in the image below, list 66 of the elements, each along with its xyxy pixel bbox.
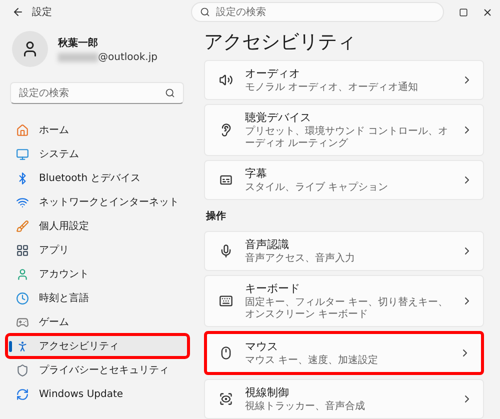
captions-icon: [219, 173, 233, 187]
card-title: 視線制御: [245, 385, 290, 400]
eye-scan-icon: [219, 392, 233, 406]
mouse-icon: [219, 346, 233, 360]
sidebar-item[interactable]: Windows Update: [6, 382, 189, 406]
gamepad-icon: [16, 316, 29, 328]
card-title: 音声認識: [245, 237, 290, 252]
card-subtitle: マウス キー、速度、加速設定: [245, 355, 380, 367]
search-icon: [165, 88, 175, 98]
sidebar-item[interactable]: ネットワークとインターネット: [6, 190, 189, 214]
card-title: キーボード: [245, 281, 301, 296]
speaker-icon: [219, 73, 233, 87]
shield-icon: [16, 364, 29, 376]
card-subtitle: 固定キー、フィルター キー、切り替えキー、オンスクリーン キーボード: [245, 297, 449, 321]
card-subtitle: プリセット、環境サウンド コントロール、オーディオ ルーティング: [245, 126, 449, 150]
ear-icon: [219, 123, 233, 137]
home-icon: [16, 124, 29, 136]
window-title: 設定: [32, 6, 53, 19]
selection-indicator: [9, 341, 12, 352]
sidebar-item[interactable]: 時刻と言語: [6, 286, 189, 310]
bluetooth-icon: [16, 172, 29, 184]
card-subtitle: 音声アクセス、音声入力: [245, 253, 356, 265]
user-icon: [16, 268, 29, 280]
card-title: 聴覚デバイス: [245, 110, 312, 125]
card-title: オーディオ: [245, 66, 301, 81]
settings-card[interactable]: オーディオ モノラル オーディオ、オーディオ通知: [204, 60, 484, 100]
monitor-icon: [16, 148, 29, 160]
user-email: @outlook.jp: [98, 52, 158, 62]
brush-icon: [16, 220, 29, 232]
search-icon: [200, 7, 210, 17]
search-field[interactable]: 設定の検索: [10, 82, 184, 104]
section-heading: 操作: [204, 210, 227, 224]
sidebar-item[interactable]: システム: [6, 142, 189, 166]
microphone-icon: [219, 244, 233, 258]
keyboard-icon: [219, 294, 233, 308]
settings-card[interactable]: 視線制御 視線トラッカー、音声合成: [204, 379, 484, 419]
person-icon: [16, 340, 29, 352]
user-name: 秋葉一郎: [58, 36, 99, 50]
avatar: [12, 31, 48, 67]
sidebar-item[interactable]: ホーム: [6, 118, 189, 142]
sidebar-item[interactable]: プライバシーとセキュリティ: [6, 358, 189, 382]
settings-card[interactable]: 音声認識 音声アクセス、音声入力: [204, 231, 484, 271]
maximize-icon: [459, 8, 468, 16]
card-title: マウス: [245, 339, 279, 354]
card-subtitle: 視線トラッカー、音声合成: [245, 401, 366, 413]
clock-icon: [16, 292, 29, 304]
close-icon: [482, 6, 494, 18]
sidebar-item[interactable]: ゲーム: [6, 310, 189, 334]
settings-card[interactable]: キーボード 固定キー、フィルター キー、切り替えキー、オンスクリーン キーボード: [204, 275, 484, 327]
sidebar-item[interactable]: 個人用設定: [6, 214, 189, 238]
sidebar-item[interactable]: アカウント: [6, 262, 189, 286]
wifi-icon: [16, 196, 29, 208]
page-title: アクセシビリティ: [204, 30, 357, 55]
apps-icon: [16, 244, 29, 256]
card-subtitle: モノラル オーディオ、オーディオ通知: [245, 82, 420, 94]
sidebar-item[interactable]: アクセシビリティ: [6, 334, 189, 358]
card-title: 字幕: [245, 166, 268, 181]
card-subtitle: スタイル、ライブ キャプション: [245, 182, 390, 194]
sidebar-item[interactable]: Bluetooth とデバイス: [6, 166, 189, 190]
settings-card[interactable]: マウス マウス キー、速度、加速設定: [204, 331, 484, 375]
sidebar-item[interactable]: アプリ: [6, 238, 189, 262]
back-arrow-icon: [12, 6, 24, 18]
search-field[interactable]: 設定の検索: [190, 2, 444, 22]
settings-card[interactable]: 字幕 スタイル、ライブ キャプション: [204, 160, 484, 200]
refresh-icon: [16, 388, 29, 400]
settings-card[interactable]: 聴覚デバイス プリセット、環境サウンド コントロール、オーディオ ルーティング: [204, 104, 484, 156]
